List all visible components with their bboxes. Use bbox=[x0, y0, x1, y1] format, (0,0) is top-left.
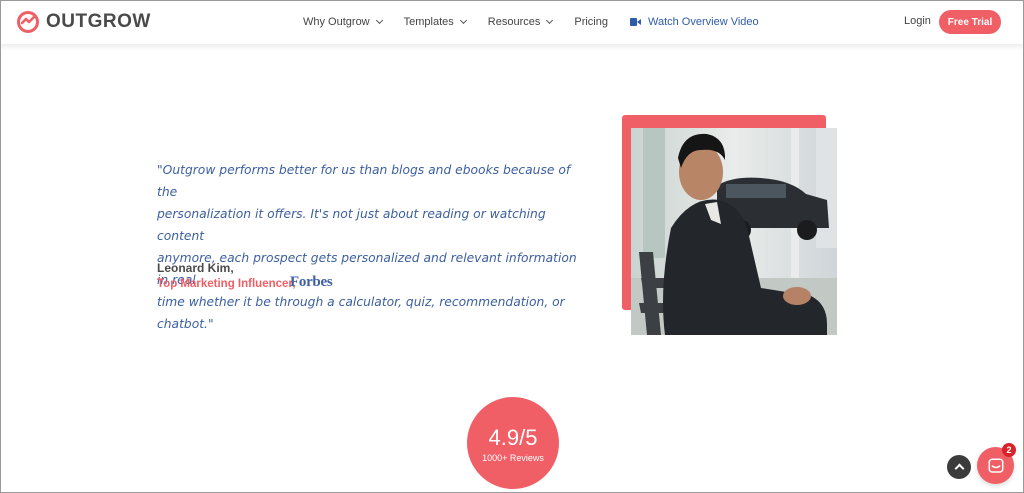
scroll-to-top-button[interactable] bbox=[947, 455, 971, 479]
login-link[interactable]: Login bbox=[904, 15, 931, 27]
nav-resources[interactable]: Resources bbox=[487, 16, 554, 28]
nav-label: Why Outgrow bbox=[303, 16, 370, 28]
nav-templates[interactable]: Templates bbox=[403, 16, 467, 28]
chevron-up-icon bbox=[954, 463, 964, 474]
nav-pricing[interactable]: Pricing bbox=[574, 16, 608, 28]
chevron-down-icon bbox=[375, 16, 383, 25]
watch-video-label: Watch Overview Video bbox=[647, 16, 759, 28]
main-nav: Why Outgrow Templates Resources Pricing … bbox=[303, 0, 759, 44]
author-role: Top Marketing Influencer, bbox=[157, 278, 296, 290]
free-trial-button[interactable]: Free Trial bbox=[939, 10, 1001, 34]
chevron-down-icon bbox=[459, 16, 467, 25]
author-photo bbox=[631, 128, 837, 335]
video-camera-icon bbox=[629, 18, 641, 26]
author-photo-illustration bbox=[631, 128, 837, 335]
nav-label: Pricing bbox=[574, 16, 608, 28]
forbes-logo: Forbes bbox=[290, 274, 333, 290]
chat-notification-badge: 2 bbox=[1002, 443, 1016, 457]
chevron-down-icon bbox=[546, 16, 554, 25]
nav-label: Resources bbox=[487, 16, 541, 28]
rating-subtitle: 1000+ Reviews bbox=[482, 453, 544, 463]
rating-badge: 4.9/5 1000+ Reviews bbox=[467, 397, 559, 489]
watch-video-link[interactable]: Watch Overview Video bbox=[629, 16, 759, 28]
outgrow-logo-icon bbox=[17, 11, 39, 33]
testimonial-quote: "Outgrow performs better for us than blo… bbox=[157, 159, 587, 335]
quote-line: "Outgrow performs better for us than blo… bbox=[157, 163, 571, 199]
brand-name: OUTGROW bbox=[46, 11, 151, 32]
chat-icon bbox=[988, 458, 1003, 473]
quote-line: time whether it be through a calculator,… bbox=[157, 295, 565, 331]
quote-line: personalization it offers. It's not just… bbox=[157, 207, 546, 243]
nav-why-outgrow[interactable]: Why Outgrow bbox=[303, 16, 383, 28]
outgrow-logo[interactable]: OUTGROW bbox=[16, 9, 151, 35]
top-navigation-bar: OUTGROW Why Outgrow Templates Resources … bbox=[0, 0, 1024, 44]
rating-score: 4.9/5 bbox=[488, 425, 538, 450]
nav-label: Templates bbox=[403, 16, 454, 28]
author-name: Leonard Kim, bbox=[157, 261, 234, 275]
